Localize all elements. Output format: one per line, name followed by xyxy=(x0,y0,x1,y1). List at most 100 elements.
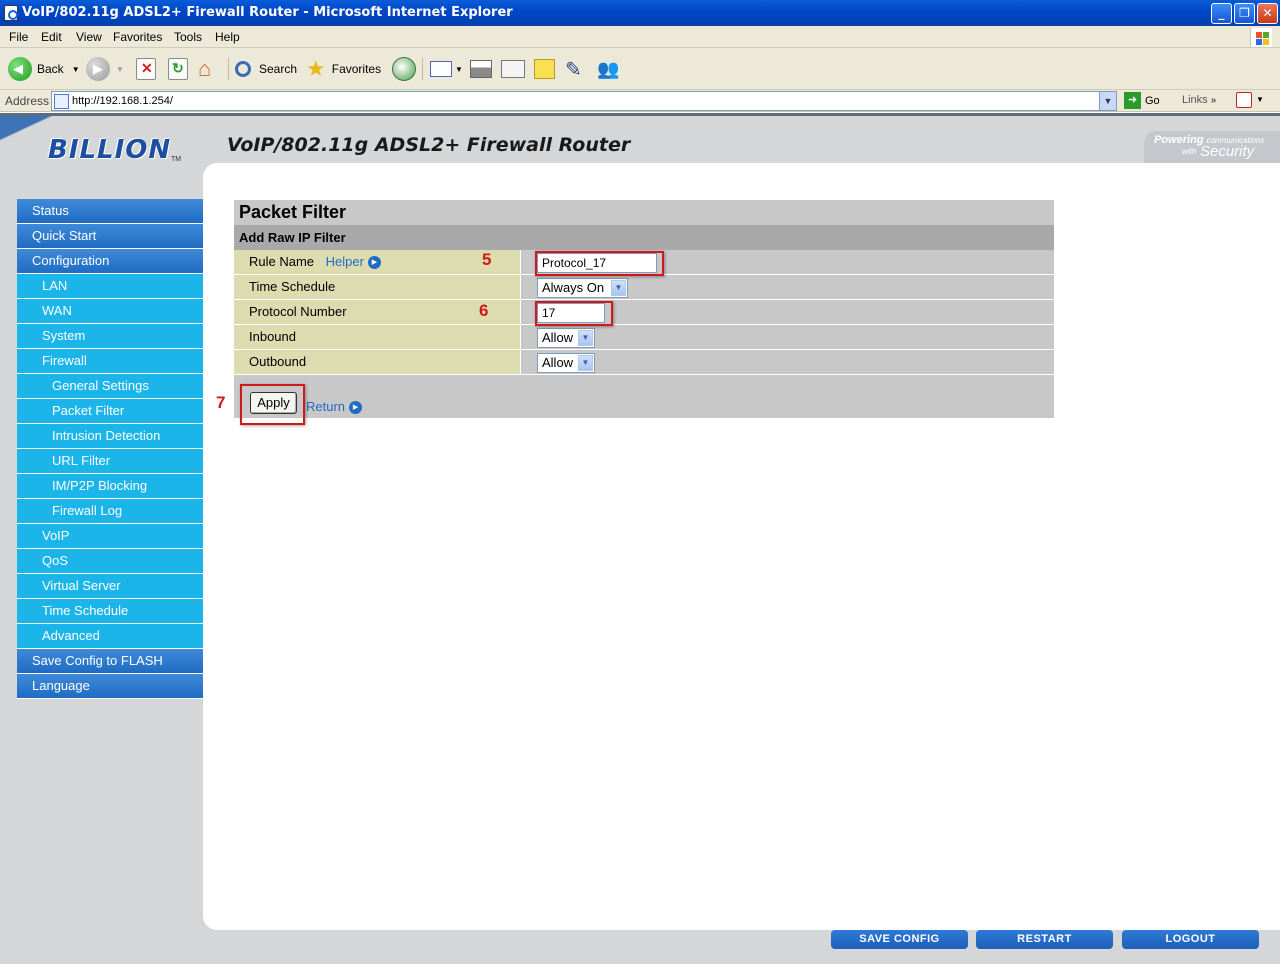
messenger-button[interactable]: 👥 xyxy=(597,56,619,82)
time-schedule-select[interactable]: Always On ▼ xyxy=(537,278,628,298)
time-schedule-value: Always On xyxy=(542,280,605,295)
sidebar-item-qos[interactable]: QoS xyxy=(17,549,203,574)
protocol-number-label: Protocol Number xyxy=(249,304,347,319)
ie-app-icon xyxy=(4,5,18,21)
outbound-row: Outbound Allow ▼ xyxy=(234,350,1054,375)
form-subtitle: Add Raw IP Filter xyxy=(234,225,1054,250)
sidebar-item-virtual-server[interactable]: Virtual Server xyxy=(17,574,203,599)
links-button[interactable]: Links » xyxy=(1182,94,1216,106)
time-schedule-row: Time Schedule Always On ▼ xyxy=(234,275,1054,300)
mail-button[interactable]: ▼ xyxy=(430,56,463,82)
print-button[interactable] xyxy=(470,56,492,82)
sidebar-item-firewall-log[interactable]: Firewall Log xyxy=(17,499,203,524)
billion-logo: BILLION xyxy=(48,135,172,165)
address-url: http://192.168.1.254/ xyxy=(72,95,173,107)
research-icon: ✎ xyxy=(565,58,582,81)
helper-arrow-icon: ▶ xyxy=(367,256,381,270)
stop-icon: ✕ xyxy=(136,58,156,80)
menu-bar: File Edit View Favorites Tools Help xyxy=(0,26,1280,48)
mail-dropdown-icon[interactable]: ▼ xyxy=(455,65,463,74)
step-number-6: 6 xyxy=(479,301,489,320)
menu-file[interactable]: File xyxy=(9,30,28,44)
forward-button[interactable]: ▼ xyxy=(86,56,124,82)
discuss-button[interactable] xyxy=(534,56,555,82)
refresh-button[interactable]: ↻ xyxy=(168,56,188,82)
sidebar-item-intrusion-detection[interactable]: Intrusion Detection xyxy=(17,424,203,449)
page-icon xyxy=(54,94,69,109)
sidebar-item-save-config[interactable]: Save Config to FLASH xyxy=(17,649,203,674)
sidebar-item-lan[interactable]: LAN xyxy=(17,274,203,299)
go-button[interactable]: ➜ Go xyxy=(1124,92,1160,109)
form-actions: Apply Return ▶ xyxy=(234,375,1054,418)
sidebar-item-url-filter[interactable]: URL Filter xyxy=(17,449,203,474)
sidebar-item-im-p2p-blocking[interactable]: IM/P2P Blocking xyxy=(17,474,203,499)
menu-tools[interactable]: Tools xyxy=(174,30,202,44)
sidebar-item-packet-filter[interactable]: Packet Filter xyxy=(17,399,203,424)
research-button[interactable]: ✎ xyxy=(565,56,582,82)
home-button[interactable]: ⌂ xyxy=(198,56,211,82)
sidebar-item-status[interactable]: Status xyxy=(17,199,203,224)
helper-link[interactable]: Helper ▶ xyxy=(326,254,381,270)
back-label: Back xyxy=(37,62,64,76)
sidebar-item-general-settings[interactable]: General Settings xyxy=(17,374,203,399)
menu-favorites[interactable]: Favorites xyxy=(113,30,162,44)
window-titlebar: VoIP/802.11g ADSL2+ Firewall Router - Mi… xyxy=(0,0,1280,26)
sidebar-item-advanced[interactable]: Advanced xyxy=(17,624,203,649)
minimize-button[interactable]: _ xyxy=(1211,3,1232,24)
back-button[interactable]: Back ▼ xyxy=(8,56,80,82)
return-link[interactable]: Return ▶ xyxy=(306,399,363,415)
sidebar-nav: Status Quick Start Configuration LAN WAN… xyxy=(17,199,203,699)
stop-button[interactable]: ✕ xyxy=(136,56,156,82)
logout-button[interactable]: LOGOUT xyxy=(1122,930,1259,949)
menu-help[interactable]: Help xyxy=(215,30,240,44)
translate-icon[interactable] xyxy=(1236,92,1252,108)
edit-button[interactable] xyxy=(501,56,525,82)
inbound-value: Allow xyxy=(542,330,574,345)
address-dropdown-icon[interactable]: ▼ xyxy=(1099,92,1116,110)
inbound-select[interactable]: Allow ▼ xyxy=(537,328,595,348)
history-button[interactable] xyxy=(392,56,416,82)
rule-name-label: Rule Name xyxy=(249,254,315,269)
messenger-icon: 👥 xyxy=(597,58,620,79)
browser-toolbar: Back ▼ ▼ ✕ ↻ ⌂ Search ★ Favorites ▼ ✎ xyxy=(0,48,1280,90)
go-arrow-icon: ➜ xyxy=(1124,92,1141,109)
search-button[interactable]: Search xyxy=(235,56,297,82)
windows-flag-icon xyxy=(1250,28,1272,47)
highlight-apply xyxy=(240,384,305,425)
back-dropdown-icon[interactable]: ▼ xyxy=(72,65,80,74)
go-label: Go xyxy=(1145,94,1160,107)
highlight-protocol-number xyxy=(535,301,613,326)
sidebar-item-firewall[interactable]: Firewall xyxy=(17,349,203,374)
sidebar-item-time-schedule[interactable]: Time Schedule xyxy=(17,599,203,624)
close-button[interactable]: ✕ xyxy=(1257,3,1278,24)
favorites-button[interactable]: ★ Favorites xyxy=(306,56,381,82)
sidebar-item-system[interactable]: System xyxy=(17,324,203,349)
protocol-number-row: Protocol Number xyxy=(234,300,1054,325)
sidebar-item-quick-start[interactable]: Quick Start xyxy=(17,224,203,249)
history-icon xyxy=(392,57,416,81)
address-input[interactable]: http://192.168.1.254/ ▼ xyxy=(51,91,1117,111)
chevron-down-icon: ▼ xyxy=(611,280,626,296)
sidebar-item-language[interactable]: Language xyxy=(17,674,203,699)
maximize-button[interactable]: ❐ xyxy=(1234,3,1255,24)
product-title: VoIP/802.11g ADSL2+ Firewall Router xyxy=(227,134,631,156)
save-config-button[interactable]: SAVE CONFIG xyxy=(831,930,968,949)
outbound-value: Allow xyxy=(542,355,574,370)
return-arrow-icon: ▶ xyxy=(349,401,363,415)
favorites-star-icon: ★ xyxy=(306,56,326,81)
forward-arrow-icon xyxy=(86,57,110,81)
outbound-select[interactable]: Allow ▼ xyxy=(537,353,595,373)
sidebar-item-configuration[interactable]: Configuration xyxy=(17,249,203,274)
highlight-rule-name xyxy=(535,251,664,276)
menu-edit[interactable]: Edit xyxy=(41,30,62,44)
packet-filter-form: Packet Filter Add Raw IP Filter Rule Nam… xyxy=(234,200,1054,418)
sidebar-item-voip[interactable]: VoIP xyxy=(17,524,203,549)
menu-view[interactable]: View xyxy=(76,30,102,44)
sidebar-item-wan[interactable]: WAN xyxy=(17,299,203,324)
restart-button[interactable]: RESTART xyxy=(976,930,1113,949)
translate-dropdown-icon[interactable]: ▼ xyxy=(1256,95,1264,104)
forward-dropdown-icon[interactable]: ▼ xyxy=(116,65,124,74)
search-icon xyxy=(235,61,251,77)
chevron-down-icon: ▼ xyxy=(578,330,593,346)
router-page: BILLION TM VoIP/802.11g ADSL2+ Firewall … xyxy=(0,113,1280,964)
